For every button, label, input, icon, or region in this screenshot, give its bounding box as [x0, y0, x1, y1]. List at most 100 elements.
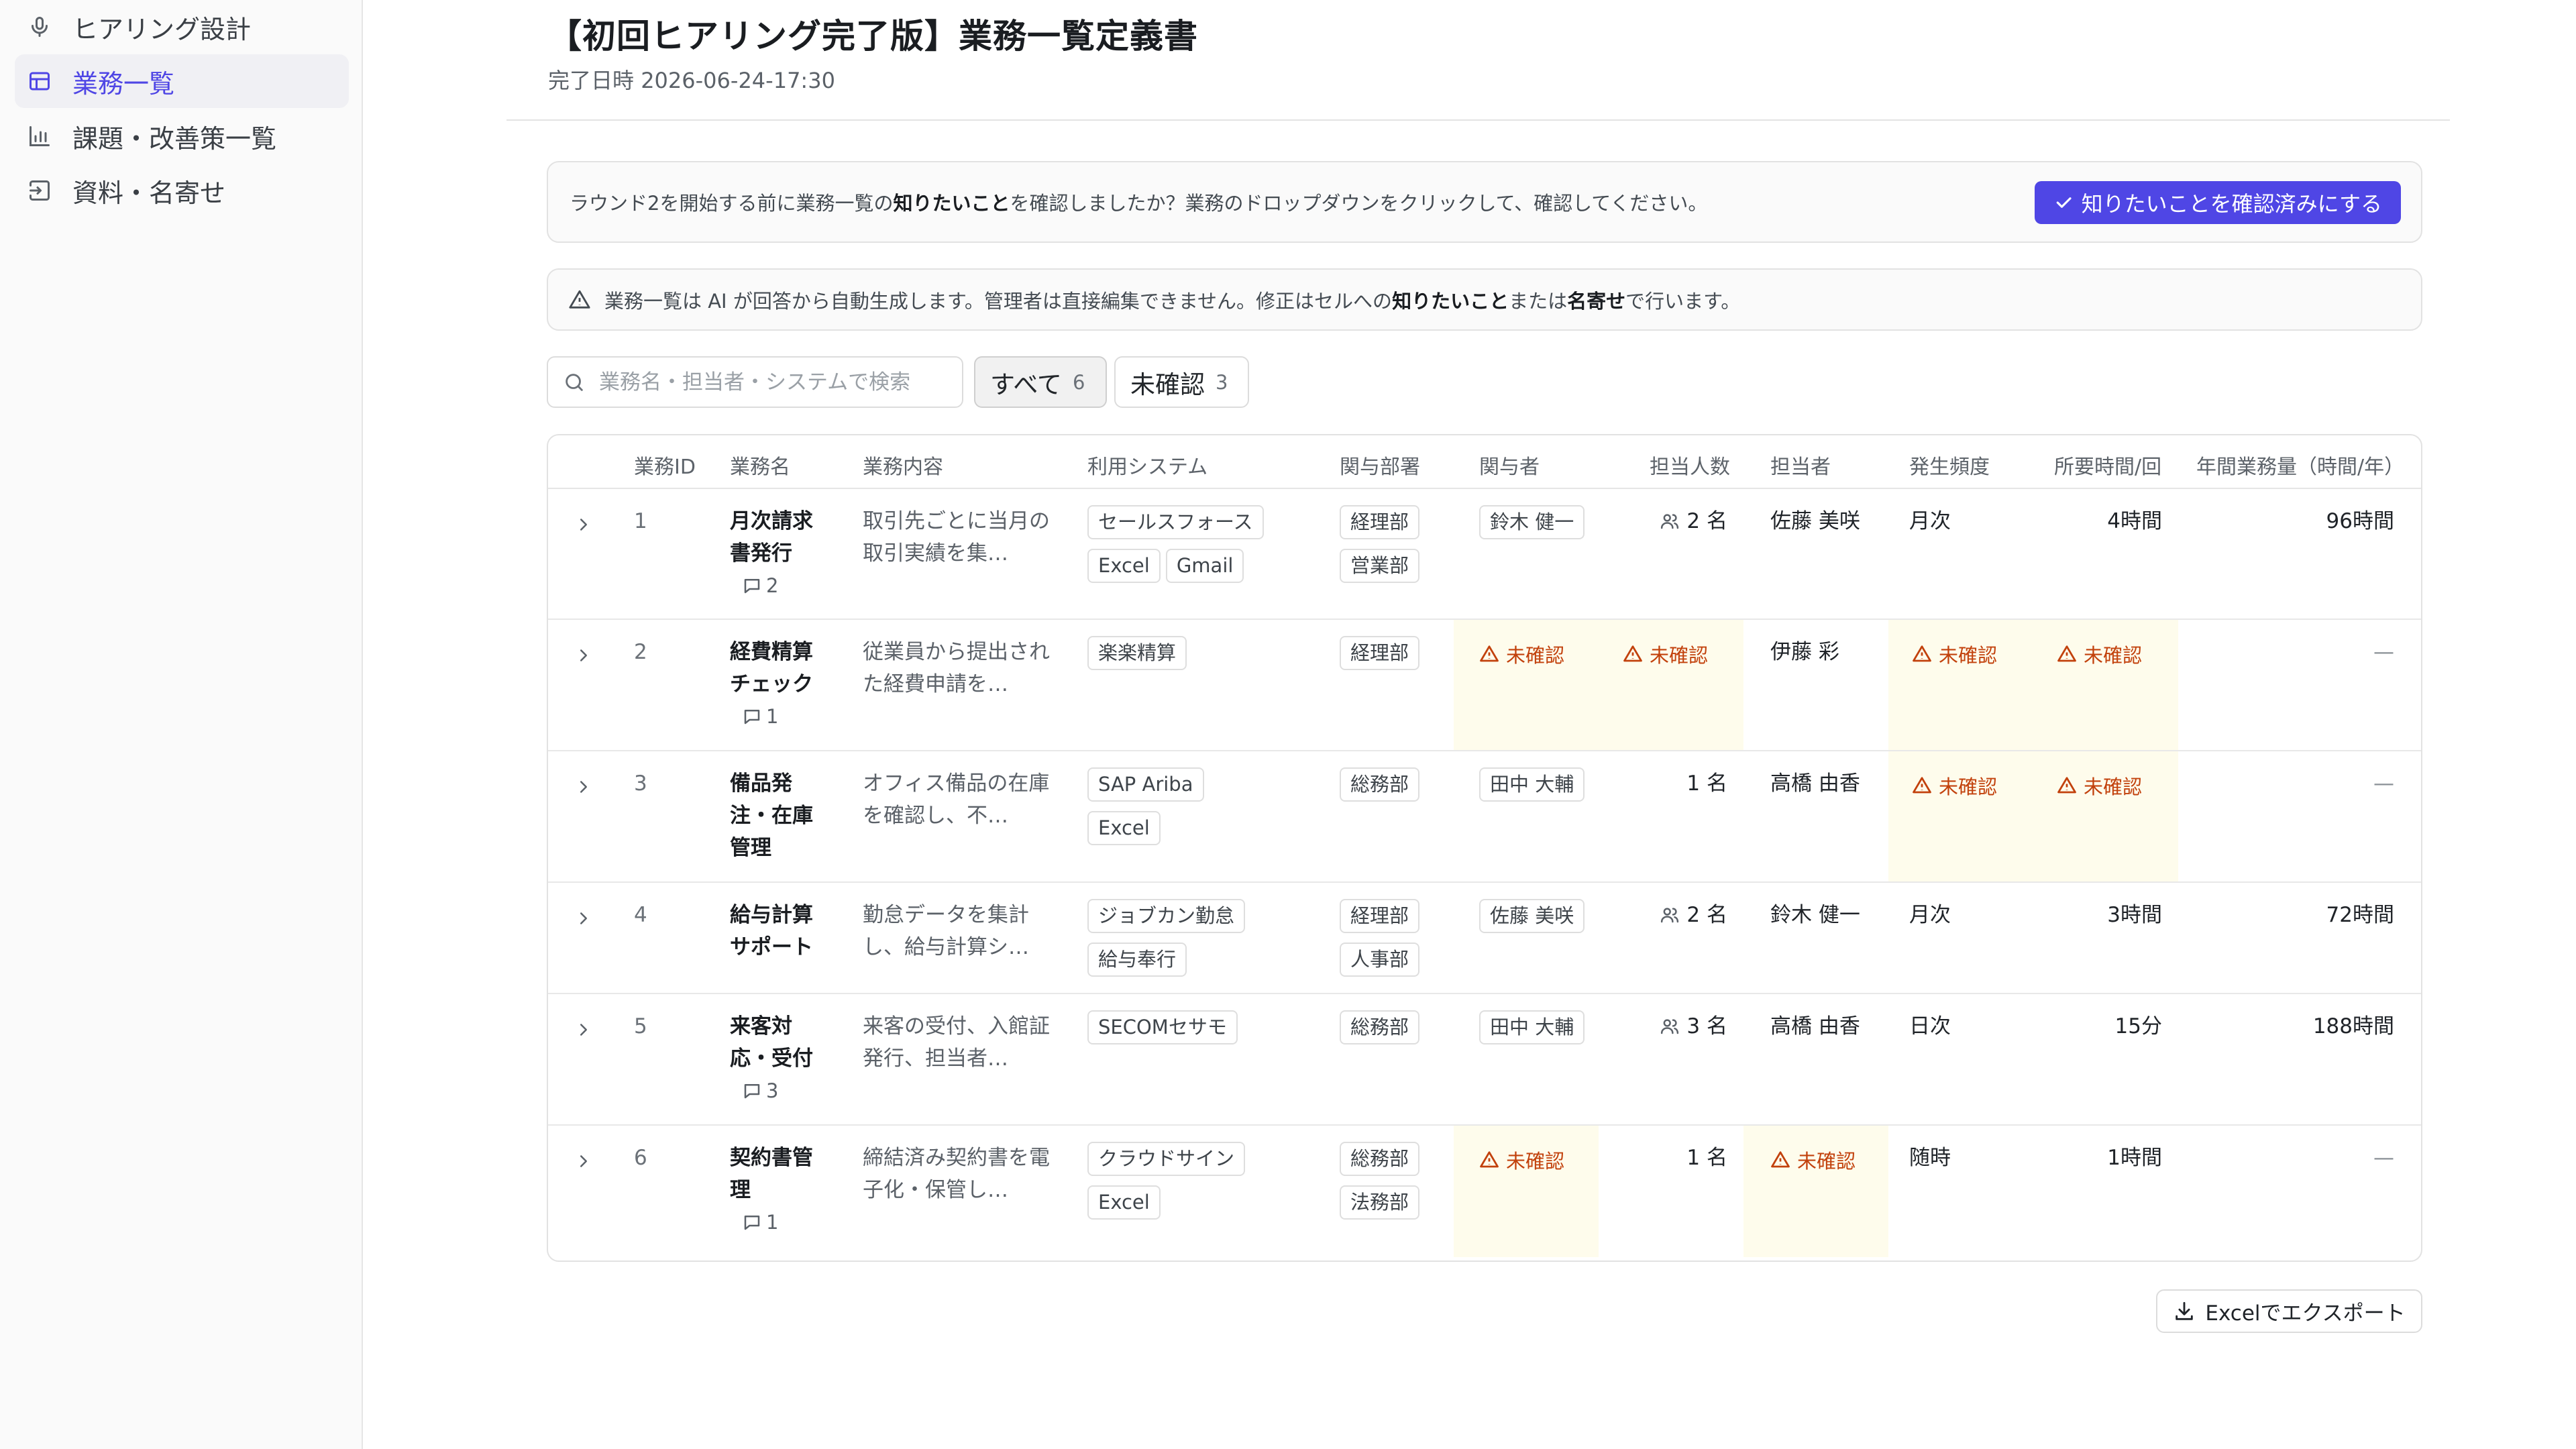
unconfirmed-badge[interactable]: 未確認	[2057, 771, 2142, 800]
task-name-cell: 来客対応・受付 3	[730, 1010, 830, 1107]
unconfirmed-badge[interactable]: 未確認	[1912, 640, 1997, 668]
sidebar: ヒアリング設計 業務一覧 課題・改善策一覧 資料・名寄せ	[0, 0, 363, 1449]
table-row[interactable]: 5 来客対応・受付 3 来客の受付、入館証発行、担当者… SECOMセサモ 総務部 田中 大…	[548, 994, 2421, 1126]
task-name-cell: 給与計算サポート	[730, 899, 830, 963]
main-content: 【初回ヒアリング完了版】業務一覧定義書 完了日時 2026-06-24-17:3…	[363, 0, 2576, 1449]
involved-cell: 佐藤 美咲	[1479, 899, 1590, 943]
table-icon	[25, 67, 54, 95]
unconfirmed-badge[interactable]: 未確認	[1479, 640, 1564, 668]
table-row[interactable]: 4 給与計算サポート 勤怠データを集計し、給与計算シ… ジョブカン勤怠 給与奉行 経理部人…	[548, 883, 2421, 994]
unconfirmed-badge[interactable]: 未確認	[1479, 1146, 1564, 1174]
owner: 佐藤 美咲	[1770, 509, 1860, 533]
chevron-right-icon[interactable]	[574, 1020, 594, 1040]
comment-icon	[744, 579, 760, 594]
unconfirmed-badge[interactable]: 未確認	[1623, 640, 1708, 668]
table-row[interactable]: 3 備品発注・在庫管理 オフィス備品の在庫を確認し、不… SAP Ariba Excel…	[548, 751, 2421, 883]
headcount-cell: 1 名	[1686, 771, 1727, 796]
systems-cell: セールスフォース Excel Gmail	[1087, 505, 1316, 592]
dept-tag: 法務部	[1340, 1185, 1420, 1220]
task-id: 5	[634, 1014, 647, 1038]
chevron-right-icon[interactable]	[574, 777, 594, 797]
task-name-cell: 備品発注・在庫管理	[730, 767, 830, 864]
task-name: 来客対応・受付	[730, 1014, 813, 1071]
task-name: 経費精算チェック	[730, 640, 813, 696]
system-tag: Excel	[1087, 1185, 1161, 1220]
task-name: 備品発注・在庫管理	[730, 771, 813, 860]
unconfirmed-badge[interactable]: 未確認	[1912, 771, 1997, 800]
warning-icon	[1913, 645, 1931, 662]
mark-confirmed-button[interactable]: 知りたいことを確認済みにする	[2034, 181, 2401, 224]
column-header: 利用システム	[1087, 455, 1208, 479]
system-tag: 楽楽精算	[1087, 636, 1187, 670]
task-id: 4	[634, 903, 647, 927]
comment-count[interactable]: 1	[742, 700, 830, 733]
filter-unconfirmed[interactable]: 未確認 3	[1114, 356, 1249, 408]
systems-cell: ジョブカン勤怠 給与奉行	[1087, 899, 1316, 986]
task-description: 取引先ごとに当月の取引実績を集…	[863, 509, 1050, 566]
systems-cell: SAP Ariba Excel	[1087, 767, 1316, 855]
comment-count[interactable]: 3	[742, 1075, 830, 1107]
microphone-icon	[25, 13, 54, 41]
owner: 高橋 由香	[1770, 771, 1860, 796]
chevron-right-icon[interactable]	[574, 645, 594, 665]
unconfirmed-badge[interactable]: 未確認	[2057, 640, 2142, 668]
task-name-cell: 経費精算チェック 1	[730, 636, 830, 733]
dept-tag: 営業部	[1340, 549, 1420, 583]
filter-all[interactable]: すべて 6	[974, 356, 1107, 408]
systems-cell: クラウドサイン Excel	[1087, 1142, 1316, 1229]
column-header: 業務内容	[863, 455, 943, 479]
table-row[interactable]: 2 経費精算チェック 1 従業員から提出された経費申請を… 楽楽精算 経理部 未確認 未確認 伊…	[548, 620, 2421, 751]
unconfirmed-badge[interactable]: 未確認	[1770, 1146, 1856, 1174]
people-icon	[1661, 908, 1679, 923]
system-tag: クラウドサイン	[1087, 1142, 1246, 1176]
chevron-right-icon[interactable]	[574, 908, 594, 928]
table-row[interactable]: 6 契約書管理 1 締結済み契約書を電子化・保管し… クラウドサイン Excel 総務部法務…	[548, 1126, 2421, 1257]
warning-icon	[569, 290, 590, 309]
depts-cell: 経理部人事部	[1340, 899, 1440, 986]
comment-count[interactable]: 1	[742, 1206, 830, 1238]
task-description: 勤怠データを集計し、給与計算シ…	[863, 903, 1029, 959]
sidebar-item-materials[interactable]: 資料・名寄せ	[15, 164, 349, 217]
sidebar-item-task-list[interactable]: 業務一覧	[15, 54, 349, 108]
sidebar-item-label: ヒアリング設計	[72, 14, 252, 44]
column-header: 業務名	[730, 455, 790, 479]
search-box[interactable]	[547, 356, 963, 408]
annual-volume: 72時間	[2326, 903, 2394, 927]
task-id: 1	[634, 509, 647, 533]
system-tag: SAP Ariba	[1087, 767, 1204, 802]
task-name-cell: 契約書管理 1	[730, 1142, 830, 1238]
task-id: 2	[634, 640, 647, 664]
task-description: 締結済み契約書を電子化・保管し…	[863, 1146, 1050, 1202]
person-tag: 鈴木 健一	[1479, 505, 1585, 539]
sidebar-item-label: 資料・名寄せ	[72, 178, 226, 208]
system-tag: セールスフォース	[1087, 505, 1264, 539]
table-row[interactable]: 1 月次請求書発行 2 取引先ごとに当月の取引実績を集… セールスフォース Excel Gm…	[548, 489, 2421, 620]
chevron-right-icon[interactable]	[574, 515, 594, 535]
search-input[interactable]	[599, 370, 948, 394]
sidebar-item-issues[interactable]: 課題・改善策一覧	[15, 109, 349, 163]
annual-volume: 188時間	[2312, 1014, 2394, 1038]
chevron-right-icon[interactable]	[574, 1151, 594, 1171]
comment-count[interactable]: 2	[742, 570, 830, 602]
warning-icon	[1623, 645, 1642, 662]
sidebar-item-label: 業務一覧	[72, 68, 175, 99]
export-excel-button[interactable]: Excelでエクスポート	[2156, 1289, 2422, 1333]
frequency: 月次	[1909, 903, 1951, 927]
dept-tag: 総務部	[1340, 1010, 1420, 1044]
warning-icon	[1771, 1151, 1790, 1168]
headcount-cell: 3 名	[1609, 1010, 1727, 1042]
owner: 高橋 由香	[1770, 1014, 1860, 1038]
bar-chart-icon	[25, 122, 54, 150]
frequency: 随時	[1909, 1146, 1951, 1170]
time-per-occurrence: 3時間	[2107, 903, 2162, 927]
warning-icon	[1480, 1151, 1499, 1168]
sidebar-item-hearing-design[interactable]: ヒアリング設計	[15, 0, 349, 54]
system-tag: Gmail	[1165, 549, 1244, 583]
task-description: 来客の受付、入館証発行、担当者…	[863, 1014, 1050, 1071]
headcount-cell: 1 名	[1686, 1146, 1727, 1170]
search-icon	[566, 373, 583, 391]
person-tag: 田中 大輔	[1479, 1010, 1585, 1044]
depts-cell: 総務部法務部	[1340, 1142, 1440, 1229]
depts-cell: 経理部	[1340, 636, 1440, 680]
info-banner-text: 業務一覧は AI が回答から自動生成します。管理者は直接編集できません。修正はセ…	[604, 289, 1741, 313]
